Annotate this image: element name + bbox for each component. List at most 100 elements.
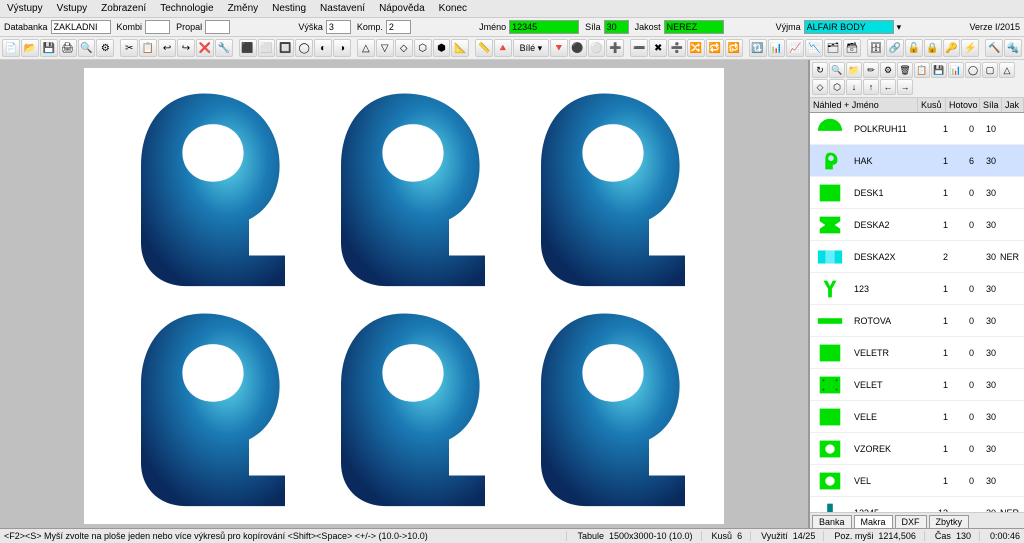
menu-item-konec[interactable]: Konec [436,2,470,15]
list-item[interactable]: HAK 1 6 30 [810,145,1024,177]
sp-toolbar-button[interactable]: 📋 [914,62,930,78]
sp-toolbar-button[interactable]: ⬡ [829,79,845,95]
toolbar-button[interactable]: ◯ [295,39,313,57]
list-item[interactable]: 123 1 0 30 [810,273,1024,305]
part-instance[interactable] [514,303,694,513]
toolbar-button[interactable]: ◑ [333,39,351,57]
list-item[interactable]: ROTOVA 1 0 30 [810,305,1024,337]
list-item[interactable]: VELE 1 0 30 [810,401,1024,433]
sp-toolbar-button[interactable]: ↑ [863,79,879,95]
toolbar-button[interactable]: 🔁 [706,39,724,57]
canvas-area[interactable] [0,60,809,531]
toolbar-button[interactable]: 💾 [40,39,58,57]
toolbar-button[interactable]: ▽ [376,39,394,57]
vyjma-input[interactable] [804,20,894,34]
sp-toolbar-button[interactable]: ✏ [863,62,879,78]
parts-list[interactable]: POLKRUH11 1 0 10 HAK 1 6 30 DESK1 1 0 30… [810,113,1024,512]
col-hotovo[interactable]: Hotovo [946,98,980,112]
sp-toolbar-button[interactable]: 🔍 [829,62,845,78]
list-item[interactable]: VELETR 1 0 30 [810,337,1024,369]
toolbar-button[interactable]: 🗃 [843,39,861,57]
toolbar-button[interactable]: ◇ [395,39,413,57]
toolbar-button[interactable]: ⚪ [588,39,606,57]
tab-makra[interactable]: Makra [854,515,893,529]
sheet-canvas[interactable] [84,68,724,524]
toolbar-button[interactable]: 🔧 [215,39,233,57]
menu-item-nápověda[interactable]: Nápověda [376,2,428,15]
col-kusu[interactable]: Kusů [918,98,946,112]
list-item[interactable]: DESK1 1 0 30 [810,177,1024,209]
toolbar-button[interactable]: 📏 [475,39,493,57]
toolbar-button[interactable]: ⬛ [239,39,257,57]
part-instance[interactable] [314,83,494,293]
sp-toolbar-button[interactable]: 🗑 [897,62,913,78]
list-item[interactable]: VEL 1 0 30 [810,465,1024,497]
col-jak[interactable]: Jak [1002,98,1024,112]
toolbar-button[interactable]: ✂ [120,39,138,57]
tab-banka[interactable]: Banka [812,515,852,529]
toolbar-button[interactable]: 🔒 [924,39,942,57]
toolbar-button[interactable]: ⚡ [961,39,979,57]
menu-item-vstupy[interactable]: Vstupy [54,2,91,15]
list-item[interactable]: VZOREK 1 0 30 [810,433,1024,465]
toolbar-button[interactable]: 📊 [768,39,786,57]
toolbar-button[interactable]: ⚙ [96,39,114,57]
databanka-input[interactable] [51,20,111,34]
sp-toolbar-button[interactable]: ← [880,79,896,95]
kombi-input[interactable] [145,20,170,34]
list-item[interactable]: POLKRUH11 1 0 10 [810,113,1024,145]
jakost-input[interactable] [664,20,724,34]
toolbar-button[interactable]: 🔺 [494,39,512,57]
komp-input[interactable] [386,20,411,34]
jmeno-input[interactable] [509,20,579,34]
part-instance[interactable] [114,83,294,293]
list-item[interactable]: DESKA2 1 0 30 [810,209,1024,241]
toolbar-button[interactable]: ⬜ [258,39,276,57]
vyska-input[interactable] [326,20,351,34]
sp-toolbar-button[interactable]: ↓ [846,79,862,95]
sila-input[interactable] [604,20,629,34]
toolbar-button[interactable]: ➕ [606,39,624,57]
toolbar-button[interactable]: △ [357,39,375,57]
sp-toolbar-button[interactable]: ↻ [812,62,828,78]
toolbar-button[interactable]: 📄 [2,39,20,57]
list-item[interactable]: DESKA2X 2 30 NER [810,241,1024,273]
menu-item-změny[interactable]: Změny [225,2,262,15]
toolbar-button[interactable]: 🔗 [886,39,904,57]
toolbar-button[interactable]: 📂 [21,39,39,57]
toolbar-button[interactable]: ➗ [668,39,686,57]
menu-item-zobrazení[interactable]: Zobrazení [98,2,149,15]
menu-item-technologie[interactable]: Technologie [157,2,216,15]
toolbar-button[interactable]: ↩ [158,39,176,57]
toolbar-button[interactable]: 🔻 [550,39,568,57]
sp-toolbar-button[interactable]: → [897,79,913,95]
toolbar-button[interactable]: ✖ [649,39,667,57]
toolbar-button[interactable]: ⬡ [414,39,432,57]
toolbar-button[interactable]: ⬢ [433,39,451,57]
toolbar-button[interactable]: 🔍 [78,39,96,57]
toolbar-button[interactable]: 🔃 [749,39,767,57]
list-item[interactable]: VELET 1 0 30 [810,369,1024,401]
toolbar-button[interactable]: 🔀 [687,39,705,57]
sp-toolbar-button[interactable]: 📁 [846,62,862,78]
toolbar-button[interactable]: 📋 [139,39,157,57]
toolbar-button[interactable]: 📉 [805,39,823,57]
toolbar-button[interactable]: 🔓 [905,39,923,57]
list-item[interactable]: 12345 13 30 NER [810,497,1024,512]
sp-toolbar-button[interactable]: △ [999,62,1015,78]
propal-input[interactable] [205,20,230,34]
toolbar-button[interactable]: 🗄 [867,39,885,57]
toolbar-button[interactable]: 🗂 [824,39,842,57]
toolbar-button[interactable]: 📐 [451,39,469,57]
toolbar-button[interactable]: ↪ [177,39,195,57]
menu-item-nastavení[interactable]: Nastavení [317,2,368,15]
sp-toolbar-button[interactable]: ⚙ [880,62,896,78]
sp-toolbar-button[interactable]: ◯ [965,62,981,78]
tab-dxf[interactable]: DXF [895,515,927,529]
toolbar-button[interactable]: 🖨 [59,39,77,57]
part-instance[interactable] [114,303,294,513]
tab-zbytky[interactable]: Zbytky [929,515,970,529]
toolbar-button[interactable]: 🔂 [725,39,743,57]
sp-toolbar-button[interactable]: ▢ [982,62,998,78]
sp-toolbar-button[interactable]: 💾 [931,62,947,78]
